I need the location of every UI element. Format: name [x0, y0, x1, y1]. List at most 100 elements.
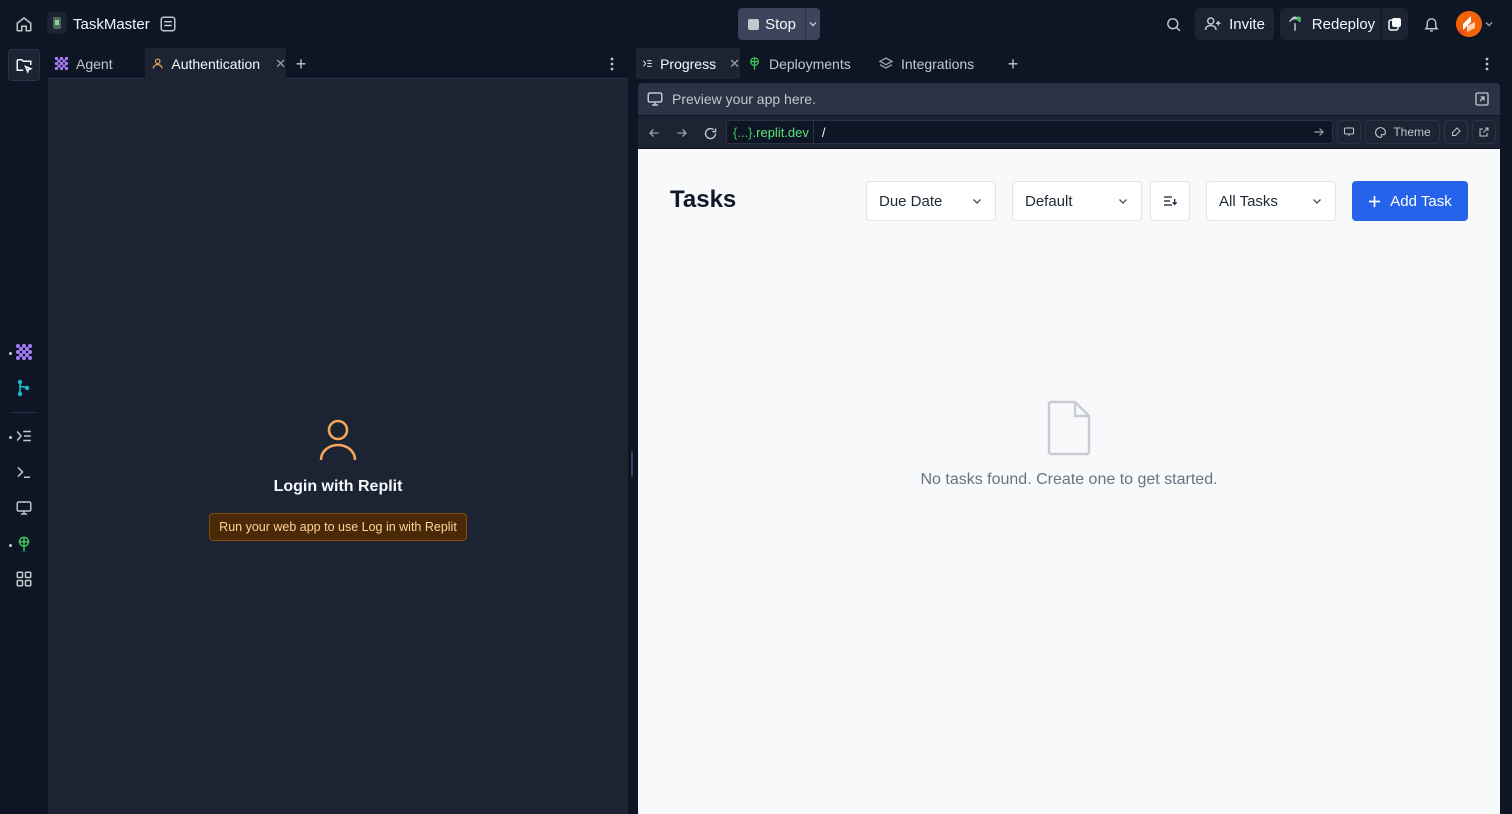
right-tab-bar: Progress ✕ Deployments Integrations +	[636, 48, 1502, 79]
expand-icon[interactable]	[1474, 91, 1490, 107]
tab-label: Agent	[76, 55, 113, 72]
tab-label: Progress	[660, 55, 717, 72]
url-path: /	[812, 121, 826, 143]
avatar[interactable]	[1456, 11, 1482, 37]
preview-hint-bar: Preview your app here.	[638, 83, 1500, 115]
login-warning-badge: Run your web app to use Log in with Repl…	[209, 513, 467, 541]
chevron-down-icon	[809, 22, 817, 27]
search-icon[interactable]	[1159, 10, 1187, 38]
sort-select-value: Due Date	[879, 192, 943, 210]
filter-select-value: All Tasks	[1219, 192, 1278, 210]
sort-select[interactable]: Due Date	[866, 181, 996, 221]
page-title: Tasks	[670, 186, 737, 213]
plus-icon	[1369, 195, 1381, 207]
monitor-icon	[647, 92, 663, 106]
webview-icon[interactable]	[8, 492, 40, 524]
open-external-icon[interactable]	[1472, 120, 1496, 144]
layout-icon[interactable]	[155, 10, 181, 38]
order-select-value: Default	[1025, 192, 1073, 210]
left-pane: Agent Authentication ✕ + Login with Repl…	[48, 48, 628, 814]
url-bar: {...}.replit.dev / Theme	[638, 116, 1500, 148]
agent-icon	[54, 56, 69, 71]
url-input[interactable]: {...}.replit.dev /	[726, 120, 1333, 144]
login-panel: Login with Replit Run your web app to us…	[48, 418, 628, 541]
resize-handle[interactable]	[631, 451, 633, 477]
terminal-icon[interactable]	[8, 456, 40, 488]
files-icon[interactable]	[8, 49, 40, 81]
deployments-icon[interactable]	[8, 528, 40, 560]
top-bar: TaskMaster Stop Invite Redeploy	[0, 0, 1512, 48]
chevron-down-icon[interactable]	[1483, 16, 1495, 32]
deploy-status-button[interactable]	[1382, 8, 1408, 40]
add-task-button[interactable]: Add Task	[1352, 181, 1468, 221]
git-icon[interactable]	[8, 372, 40, 404]
redeploy-label: Redeploy	[1311, 15, 1376, 33]
scrollbar-track	[1502, 148, 1512, 814]
right-pane: Progress ✕ Deployments Integrations + Pr…	[636, 48, 1502, 814]
integrations-icon	[878, 56, 894, 69]
arrow-right-icon[interactable]	[1312, 125, 1326, 139]
stop-button[interactable]: Stop	[738, 8, 806, 40]
deployments-icon	[750, 57, 759, 70]
chevron-down-icon	[973, 199, 981, 204]
more-options-icon[interactable]	[1479, 54, 1495, 74]
progress-icon	[643, 60, 652, 67]
close-icon[interactable]: ✕	[729, 56, 740, 72]
tab-label: Deployments	[769, 55, 851, 72]
invite-button[interactable]: Invite	[1195, 8, 1274, 40]
agent-icon[interactable]	[8, 336, 40, 368]
tab-agent[interactable]: Agent	[48, 48, 144, 79]
more-options-icon[interactable]	[604, 54, 620, 74]
empty-state: No tasks found. Create one to get starte…	[638, 399, 1500, 489]
deploy-icon	[1288, 16, 1301, 31]
divider	[11, 412, 37, 413]
forward-icon[interactable]	[672, 123, 692, 143]
app-preview: Tasks Due Date Default All Tasks Add Tas…	[638, 149, 1500, 814]
url-host: {...}.replit.dev	[727, 125, 813, 140]
tab-deployments[interactable]: Deployments	[741, 48, 871, 79]
progress-icon[interactable]	[8, 420, 40, 452]
back-icon[interactable]	[644, 123, 664, 143]
user-icon	[319, 419, 357, 461]
palette-icon	[1375, 126, 1387, 138]
preview-hint: Preview your app here.	[672, 91, 816, 107]
add-task-label: Add Task	[1390, 192, 1452, 210]
filter-select[interactable]: All Tasks	[1206, 181, 1336, 221]
add-tab-button[interactable]: +	[1002, 53, 1024, 75]
refresh-icon[interactable]	[700, 123, 720, 143]
empty-state-message: No tasks found. Create one to get starte…	[920, 471, 1218, 488]
theme-label: Theme	[1393, 125, 1431, 139]
app-name[interactable]: TaskMaster	[73, 12, 150, 36]
copy-icon	[1388, 18, 1401, 31]
home-icon[interactable]	[10, 10, 38, 38]
tab-authentication[interactable]: Authentication ✕	[145, 48, 286, 79]
url-host-domain: .replit.dev	[752, 124, 809, 140]
sort-direction-button[interactable]	[1150, 181, 1190, 221]
login-title: Login with Replit	[273, 478, 403, 495]
redeploy-button[interactable]: Redeploy	[1280, 8, 1381, 40]
pane-splitter[interactable]	[628, 48, 636, 814]
stop-icon	[748, 18, 760, 30]
devtools-icon[interactable]	[1444, 120, 1468, 144]
run-options-button[interactable]	[805, 8, 820, 40]
repl-icon	[47, 12, 67, 34]
user-icon	[152, 58, 163, 69]
left-rail	[0, 48, 48, 814]
chevron-down-icon	[1119, 199, 1127, 204]
close-icon[interactable]: ✕	[275, 56, 286, 72]
sort-icon	[1164, 196, 1178, 206]
tab-label: Integrations	[901, 55, 975, 72]
url-host-braces: {...}	[733, 124, 753, 140]
add-user-icon	[1204, 17, 1221, 31]
order-select[interactable]: Default	[1012, 181, 1142, 221]
chevron-down-icon	[1313, 199, 1321, 204]
stop-label: Stop	[765, 15, 796, 33]
theme-button[interactable]: Theme	[1365, 120, 1440, 144]
device-icon[interactable]	[1337, 120, 1361, 144]
all-tools-icon[interactable]	[8, 563, 40, 595]
tab-progress[interactable]: Progress ✕	[636, 48, 740, 79]
bell-icon[interactable]	[1418, 10, 1444, 38]
left-tab-bar: Agent Authentication ✕ +	[48, 48, 628, 79]
tab-integrations[interactable]: Integrations	[872, 48, 997, 79]
add-tab-button[interactable]: +	[290, 53, 312, 75]
